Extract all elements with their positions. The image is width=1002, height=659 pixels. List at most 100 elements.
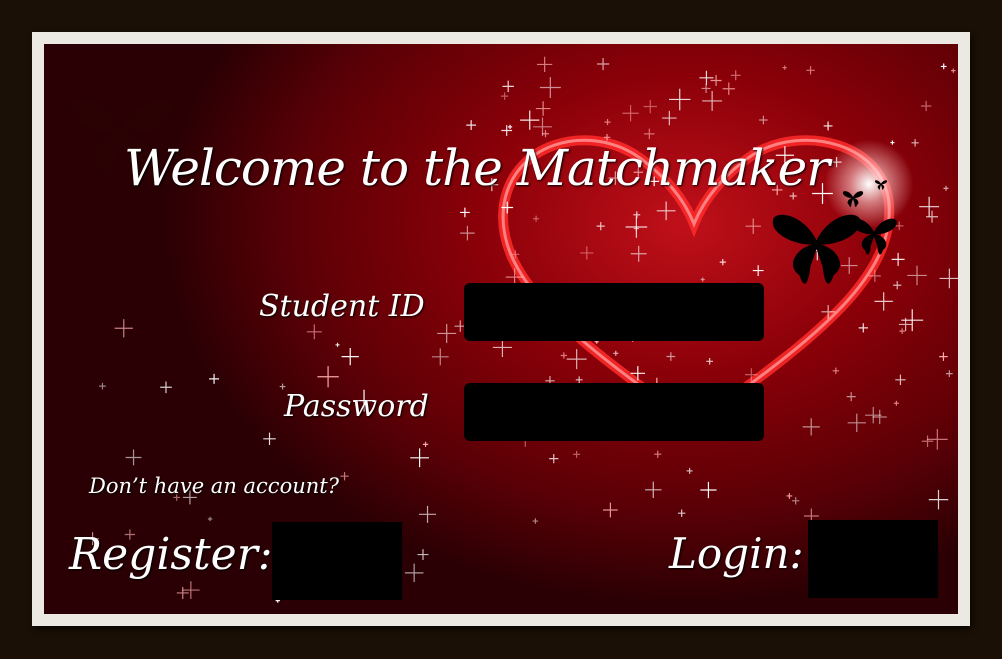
sparkle <box>656 201 676 221</box>
sparkle <box>752 265 764 276</box>
sparkle <box>722 82 735 95</box>
sparkle <box>920 100 932 112</box>
sparkle <box>466 120 477 131</box>
sparkle <box>511 250 520 259</box>
sparkle <box>643 99 657 114</box>
sparkle <box>539 77 561 98</box>
sparkle <box>654 450 662 458</box>
butterfly-icon <box>851 218 897 255</box>
student-id-input[interactable] <box>464 283 764 341</box>
sparkle <box>532 518 539 524</box>
sparkle <box>939 352 948 361</box>
password-input[interactable] <box>464 383 764 441</box>
sparkle <box>893 400 899 406</box>
sparkle <box>622 105 639 122</box>
sparkle <box>176 586 189 599</box>
sparkle <box>865 406 882 424</box>
sparkle <box>890 140 895 145</box>
sparkle <box>537 56 553 73</box>
sparkle <box>919 196 940 217</box>
butterfly-icon <box>874 180 888 190</box>
sparkle <box>677 509 686 517</box>
sparkle <box>580 246 594 260</box>
sparkle <box>317 366 339 388</box>
sparkle <box>700 481 717 499</box>
sparkle <box>630 366 646 381</box>
sparkle <box>668 88 691 111</box>
sparkle <box>114 319 133 338</box>
sparkle <box>431 348 449 366</box>
sparkle <box>700 277 705 282</box>
sparkle <box>706 358 713 365</box>
sparkle <box>782 65 787 70</box>
sparkle <box>823 121 833 131</box>
sparkle <box>460 225 475 241</box>
login-button[interactable] <box>808 520 938 598</box>
sparkle <box>699 70 714 85</box>
sparkle <box>603 502 618 518</box>
sparkle <box>666 352 676 361</box>
sparkle <box>662 110 677 126</box>
sparkle <box>502 80 514 93</box>
sparkle <box>926 210 938 223</box>
sparkle <box>821 305 835 319</box>
sparkle <box>182 581 200 599</box>
sparkle <box>940 63 947 70</box>
sparkle <box>686 467 693 474</box>
sparkle <box>160 381 172 394</box>
sparkle <box>858 323 868 333</box>
sparkle <box>597 57 610 71</box>
sparkle <box>847 413 866 432</box>
sparkle <box>786 493 793 499</box>
sparkle <box>893 281 902 290</box>
sparkle <box>702 91 723 111</box>
sparkle <box>921 435 934 447</box>
sparkle <box>404 563 424 583</box>
sparkle <box>573 450 581 458</box>
sparkle <box>263 432 276 446</box>
sparkle <box>901 309 924 332</box>
sparkle <box>560 352 567 359</box>
sparkle <box>306 324 322 340</box>
sparkle <box>899 328 905 334</box>
sparkle <box>437 323 457 343</box>
sparkle <box>907 265 927 286</box>
sparkle <box>604 119 611 126</box>
sparkle <box>645 481 662 499</box>
sparkle <box>802 418 820 436</box>
sparkle <box>872 409 887 425</box>
sparkle <box>125 449 142 466</box>
sparkle <box>759 115 768 125</box>
sparkle <box>928 489 949 510</box>
sparkle <box>951 68 956 73</box>
sparkle <box>744 368 758 382</box>
sparkle <box>410 448 429 468</box>
password-label: Password <box>284 389 429 424</box>
sparkle <box>340 472 349 481</box>
sparkle <box>535 101 551 116</box>
sparkle <box>422 441 429 447</box>
sparkle <box>533 215 540 222</box>
sparkle <box>644 128 655 140</box>
sparkle <box>341 347 359 366</box>
register-label: Register: <box>69 529 273 580</box>
sparkle <box>207 516 213 522</box>
register-prompt: Don’t have an account? <box>89 474 339 498</box>
sparkle <box>596 222 605 231</box>
sparkle <box>745 218 761 234</box>
sparkle <box>943 185 949 191</box>
sparkle <box>939 268 958 289</box>
page-title: Welcome to the Matchmaker <box>124 139 830 197</box>
student-id-label: Student ID <box>259 289 425 324</box>
sparkle <box>806 66 815 75</box>
sparkle <box>874 292 893 311</box>
sparkle <box>613 350 619 356</box>
sparkle <box>625 216 648 238</box>
sparkle <box>846 392 856 402</box>
sparkle <box>945 370 953 378</box>
sparkle <box>895 374 906 386</box>
sparkle <box>209 373 220 384</box>
sparkle <box>507 124 513 129</box>
register-button[interactable] <box>272 522 402 600</box>
sparkle <box>926 429 948 450</box>
